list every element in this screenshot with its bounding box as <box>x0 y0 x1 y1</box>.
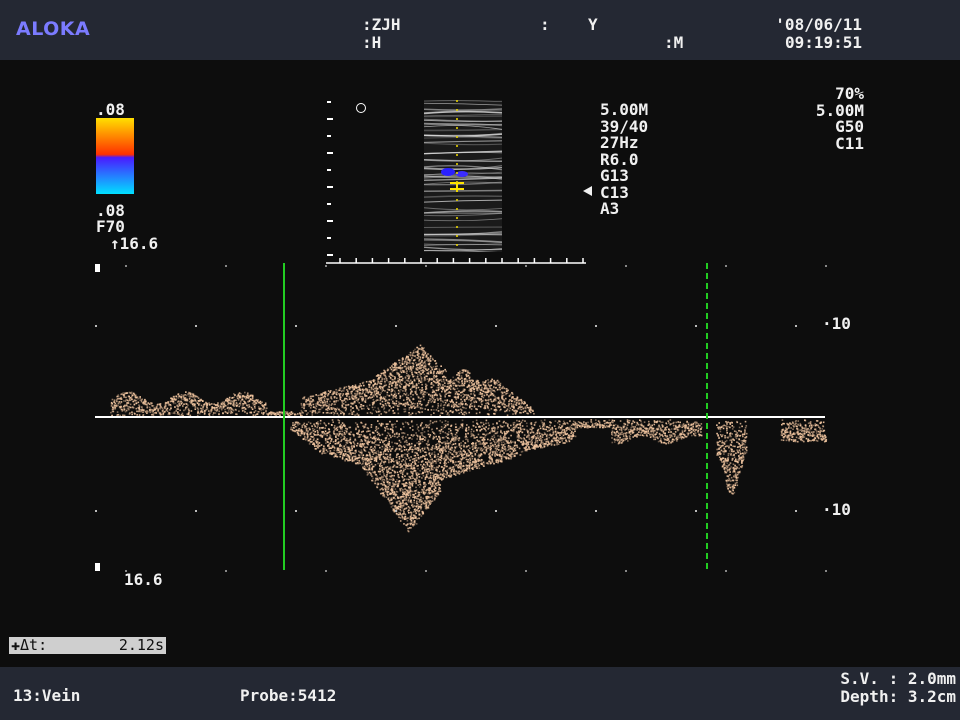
doppler-spectrum <box>95 263 828 572</box>
scale-label-bottom: ·10 <box>822 500 851 519</box>
sample-volume: S.V. : 2.0mm <box>840 669 956 688</box>
delta-t-readout: ✚ Δt: 2.12s <box>9 637 166 654</box>
depth-label: Depth: 3.2cm <box>840 687 956 706</box>
delta-t-label: ✚ Δt: <box>11 636 48 654</box>
scale-marker-bottom <box>95 563 100 571</box>
preset-label: 13:Vein <box>13 686 81 705</box>
scale-label-top: ·10 <box>822 314 851 333</box>
spectrum-velocity-range: 16.6 <box>124 570 163 589</box>
scale-marker-top <box>95 264 100 272</box>
probe-label: Probe:5412 <box>240 686 337 705</box>
delta-t-value: 2.12s <box>118 636 164 654</box>
